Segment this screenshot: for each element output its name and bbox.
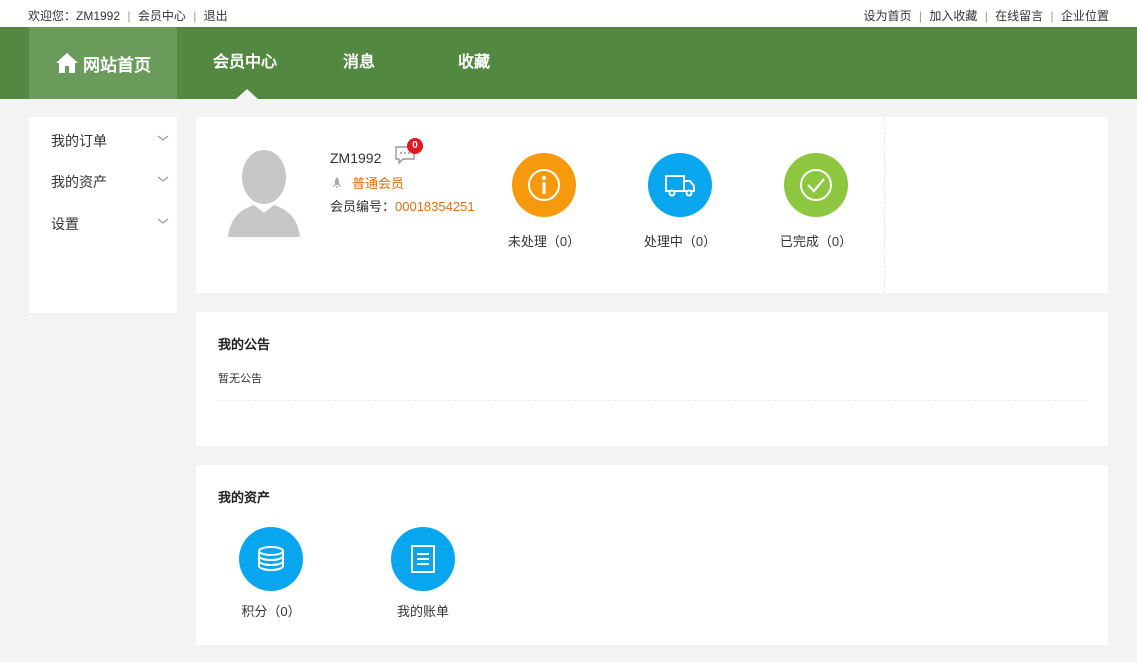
status-completed[interactable]: 已完成（0）	[761, 153, 871, 250]
welcome-text: 欢迎您：ZM1992	[28, 9, 121, 23]
status-processing-circle	[648, 153, 712, 217]
profile-card: ZM1992 0 普通会员 会员编号：00018354251 未处理（0） 处理…	[196, 117, 1108, 293]
divider: |	[127, 9, 131, 23]
notice-title: 我的公告	[218, 337, 271, 352]
top-bar: 欢迎您：ZM1992 | 会员中心 | 退出 设为首页 | 加入收藏 | 在线留…	[0, 0, 1137, 27]
online-message-link[interactable]: 在线留言	[995, 9, 1043, 23]
info-icon	[528, 169, 560, 201]
bill-icon	[411, 545, 435, 573]
top-bar-left: 欢迎您：ZM1992 | 会员中心 | 退出	[28, 7, 228, 24]
add-favorite-link[interactable]: 加入收藏	[929, 9, 977, 23]
member-number-value: 00018354251	[395, 199, 475, 214]
nav-home[interactable]: 网站首页	[29, 27, 177, 99]
nav-messages[interactable]: 消息	[343, 27, 375, 99]
active-nav-indicator	[236, 89, 258, 99]
nav-favorites[interactable]: 收藏	[458, 27, 490, 99]
divider	[884, 117, 885, 293]
notice-empty-text: 暂无公告	[218, 373, 262, 385]
my-bill-label: 我的账单	[396, 604, 449, 619]
member-center-link[interactable]: 会员中心	[138, 9, 186, 23]
points-circle	[239, 527, 303, 591]
sidebar-item-assets[interactable]: 我的资产	[51, 172, 173, 196]
my-bill-button[interactable]: 我的账单	[373, 527, 473, 620]
status-pending-label: 未处理（0）	[507, 234, 581, 249]
chevron-down-icon	[157, 218, 169, 224]
chevron-down-icon	[157, 135, 169, 141]
divider: |	[984, 9, 988, 23]
member-number: 会员编号：00018354251	[330, 196, 475, 215]
divider: |	[1050, 9, 1054, 23]
chevron-down-icon	[157, 176, 169, 182]
member-level-label: 普通会员	[352, 176, 405, 191]
home-icon	[56, 53, 78, 73]
status-completed-label: 已完成（0）	[779, 234, 853, 249]
main-nav: 网站首页 会员中心 消息 收藏	[0, 27, 1137, 99]
assets-card: 我的资产 积分（0） 我的账单	[196, 465, 1108, 645]
points-label: 积分（0）	[241, 604, 301, 619]
nav-home-label: 网站首页	[83, 55, 151, 75]
sidebar-item-label: 我的资产	[51, 174, 107, 190]
status-completed-circle	[784, 153, 848, 217]
divider	[218, 400, 1086, 401]
divider: |	[918, 9, 922, 23]
coins-icon	[258, 546, 284, 572]
check-icon	[800, 169, 832, 201]
set-home-link[interactable]: 设为首页	[864, 9, 912, 23]
member-number-label: 会员编号：	[330, 199, 396, 214]
member-level: 普通会员	[330, 173, 404, 192]
sidebar: 我的订单 我的资产 设置	[29, 117, 177, 313]
bill-circle	[391, 527, 455, 591]
status-processing-label: 处理中（0）	[643, 234, 717, 249]
unread-badge: 0	[407, 138, 423, 154]
sidebar-item-settings[interactable]: 设置	[51, 214, 173, 238]
company-location-link[interactable]: 企业位置	[1061, 9, 1109, 23]
status-processing[interactable]: 处理中（0）	[625, 153, 735, 250]
sidebar-item-orders[interactable]: 我的订单	[51, 131, 173, 155]
top-bar-right: 设为首页 | 加入收藏 | 在线留言 | 企业位置	[864, 7, 1110, 24]
points-button[interactable]: 积分（0）	[221, 527, 321, 620]
notice-card: 我的公告 暂无公告	[196, 312, 1108, 446]
divider: |	[193, 9, 197, 23]
sidebar-item-label: 设置	[51, 216, 79, 232]
sidebar-item-label: 我的订单	[51, 133, 107, 149]
logout-link[interactable]: 退出	[204, 9, 228, 23]
status-pending-circle	[512, 153, 576, 217]
assets-title: 我的资产	[218, 490, 271, 505]
username: ZM1992	[330, 150, 382, 166]
status-pending[interactable]: 未处理（0）	[489, 153, 599, 250]
rocket-icon	[332, 176, 342, 189]
truck-icon	[665, 175, 695, 197]
avatar	[228, 150, 300, 237]
